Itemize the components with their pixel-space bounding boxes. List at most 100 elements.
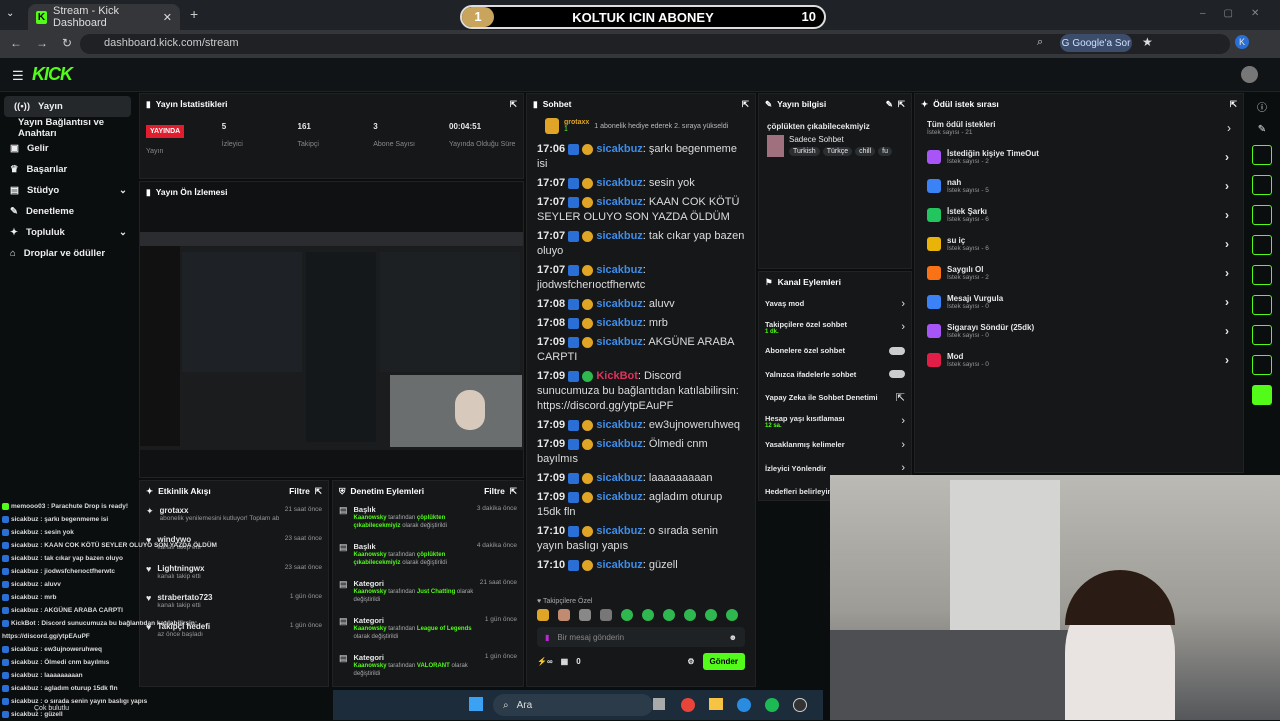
stream-preview-video[interactable] [140, 232, 523, 450]
broadcast-icon[interactable] [1252, 265, 1272, 285]
channel-action[interactable]: Takipçilere özel sohbet 1 dk. › [759, 316, 911, 340]
chat-message[interactable]: 17:07 sicakbuz: tak cıkar yap bazen oluy… [527, 227, 755, 261]
channel-action[interactable]: Abonelere özel sohbet [759, 339, 911, 363]
sidebar-item-stream-key[interactable]: Yayın Bağlantısı ve Anahtarı [0, 117, 137, 139]
nav-buttons-icon[interactable]: ←→↻ [10, 36, 86, 50]
popout-icon[interactable]: ⇱ [898, 99, 905, 110]
chat-message[interactable]: 17:07 sicakbuz: jiodwsfcherıoctfherwtc [527, 261, 755, 295]
channel-action[interactable]: Yalnızca ifadelerle sohbet [759, 363, 911, 387]
popout-icon[interactable]: ⇱ [315, 486, 322, 497]
channel-action[interactable]: Hesap yaşı kısıtlaması 12 sa. › [759, 410, 911, 434]
sidebar-item-topluluk[interactable]: ✦ Topluluk ⌄ [0, 222, 137, 243]
chat-message[interactable]: 17:10 sicakbuz: güzell [527, 556, 755, 575]
reward-item[interactable]: Saygılı Ol İstek sayısı - 2 › [919, 258, 1243, 287]
emote-icon[interactable] [579, 609, 591, 621]
obs-icon[interactable] [793, 698, 807, 712]
edit-icon[interactable]: ✎ [886, 99, 893, 110]
emote-icon[interactable] [642, 609, 654, 621]
mic-icon[interactable]: ▮ [545, 633, 549, 642]
close-tab-icon[interactable]: ✕ [163, 11, 172, 24]
shield-icon[interactable] [1252, 295, 1272, 315]
chat-user[interactable]: sicakbuz [596, 264, 642, 276]
chat-message[interactable]: 17:07 sicakbuz: sesin yok [527, 174, 755, 193]
chat-user[interactable]: sicakbuz [596, 438, 642, 450]
popout-icon[interactable]: ⇱ [510, 486, 517, 497]
moderation-item[interactable]: ▤ Başlık Kaanowsky tarafından çöplükten çı… [333, 538, 523, 575]
info-icon[interactable]: ⓘ [1257, 99, 1267, 114]
sidebar-item-denetleme[interactable]: ✎ Denetleme [0, 201, 137, 222]
popout-icon[interactable]: ⇱ [510, 99, 517, 110]
moderation-item[interactable]: ▤ Kategori Kaanowsky tarafından Just Chatt… [333, 575, 523, 612]
channel-action[interactable]: Yapay Zeka ile Sohbet Denetimi ⇱ [759, 386, 911, 410]
grid-icon[interactable] [1252, 145, 1272, 165]
chat-message[interactable]: 17:08 sicakbuz: aluvv [527, 295, 755, 314]
url-field[interactable]: dashboard.kick.com/stream [80, 34, 1230, 54]
browser-tab[interactable]: K Stream - Kick Dashboard ✕ [28, 4, 180, 30]
google-ask-button[interactable]: G Google'a Sor [1060, 34, 1132, 52]
moderation-filter-button[interactable]: Filtre [484, 486, 505, 496]
chat-user[interactable]: sicakbuz [596, 472, 642, 484]
user-avatar[interactable] [1241, 66, 1258, 83]
chat-input-box[interactable]: ▮ Bir mesaj gönderin ☻ [537, 627, 745, 647]
chat-message[interactable]: 17:09 sicakbuz: AKGÜNE ARABA CARPTI [527, 333, 755, 367]
menu-icon[interactable]: ☰ [12, 68, 24, 84]
edit-icon[interactable]: ✎ [1258, 124, 1266, 135]
chat-bubble-icon[interactable] [1252, 235, 1272, 255]
chat-message[interactable]: 17:09 sicakbuz: Ölmedi cnm bayılmıs [527, 435, 755, 469]
profile-avatar[interactable]: K [1235, 35, 1249, 49]
emote-icon[interactable] [600, 609, 612, 621]
emote-icon[interactable] [537, 609, 549, 621]
chat-user[interactable]: sicakbuz [596, 177, 642, 189]
tag-chip[interactable]: Turkish [789, 147, 820, 156]
chat-message[interactable]: 17:09 sicakbuz: agladım oturup 15dk fln [527, 488, 755, 522]
chat-input[interactable]: Bir mesaj gönderin [557, 633, 624, 642]
emote-icon[interactable] [621, 609, 633, 621]
reward-item[interactable]: İstek Şarkı İstek sayısı - 6 › [919, 200, 1243, 229]
chat-user[interactable]: sicakbuz [596, 298, 642, 310]
tag-chip[interactable]: chill [855, 147, 876, 156]
emote-icon[interactable] [705, 609, 717, 621]
points-icon[interactable]: ⚡∞ [537, 657, 553, 666]
chat-user[interactable]: sicakbuz [596, 419, 642, 431]
channel-action[interactable]: Yasaklanmış kelimeler › [759, 433, 911, 457]
folder-icon[interactable] [709, 698, 723, 710]
chat-user[interactable]: sicakbuz [596, 336, 642, 348]
popout-icon[interactable]: ⇱ [742, 99, 749, 110]
send-button[interactable]: Gönder [702, 653, 745, 670]
chat-message[interactable]: 17:09 sicakbuz: laaaaaaaaan [527, 469, 755, 488]
chat-user[interactable]: sicakbuz [596, 525, 642, 537]
popout-icon[interactable]: ⇱ [1230, 99, 1237, 110]
chat-user[interactable]: sicakbuz [596, 317, 642, 329]
chat-user[interactable]: sicakbuz [596, 491, 642, 503]
spotify-icon[interactable] [765, 698, 779, 712]
emote-bar[interactable] [527, 607, 755, 623]
chrome-icon[interactable] [681, 698, 695, 712]
emote-icon[interactable] [663, 609, 675, 621]
chat-message[interactable]: 17:09 KickBot: Discord sunucumuza bu bağ… [527, 367, 755, 416]
activity-filter-button[interactable]: Filtre [289, 486, 310, 496]
kick-logo[interactable]: KICK [32, 64, 73, 85]
chat-message[interactable]: 17:09 sicakbuz: ew3ujnoweruhweq [527, 416, 755, 435]
sidebar-item-gelir[interactable]: ▣ Gelir [0, 138, 137, 159]
users-icon[interactable] [1252, 355, 1272, 375]
sidebar-item-studyo[interactable]: ▤ Stüdyo ⌄ [0, 180, 137, 201]
wrench-icon[interactable] [1252, 325, 1272, 345]
settings-icon[interactable]: ⚙ [687, 657, 694, 666]
chat-message[interactable]: 17:07 sicakbuz: KAAN COK KÖTÜ SEYLER OLU… [527, 193, 755, 227]
window-controls[interactable]: –▢✕ [1200, 8, 1277, 19]
reward-item[interactable]: nah İstek sayısı - 5 › [919, 171, 1243, 200]
emote-icon[interactable] [726, 609, 738, 621]
toggle-switch[interactable] [889, 370, 905, 379]
all-rewards-row[interactable]: Tüm ödül istekleri İstek sayısı - 21 › [915, 114, 1243, 142]
reward-item[interactable]: İstediğin kişiye TimeOut İstek sayısı - 2… [919, 142, 1243, 171]
taskbar-search[interactable]: ⌕ Ara [493, 694, 653, 716]
reward-item[interactable]: Sigarayı Söndür (25dk) İstek sayısı - 0 › [919, 316, 1243, 345]
moderation-item[interactable]: ▤ Kategori Kaanowsky tarafından VALORANT o… [333, 649, 523, 686]
edge-icon[interactable] [737, 698, 751, 712]
chat-user[interactable]: sicakbuz [596, 559, 642, 571]
reward-item[interactable]: Mesajı Vurgula İstek sayısı - 0 › [919, 287, 1243, 316]
windows-start-icon[interactable] [469, 697, 483, 711]
chat-message[interactable]: 17:08 sicakbuz: mrb [527, 314, 755, 333]
document-icon[interactable] [1252, 205, 1272, 225]
emote-icon[interactable] [558, 609, 570, 621]
